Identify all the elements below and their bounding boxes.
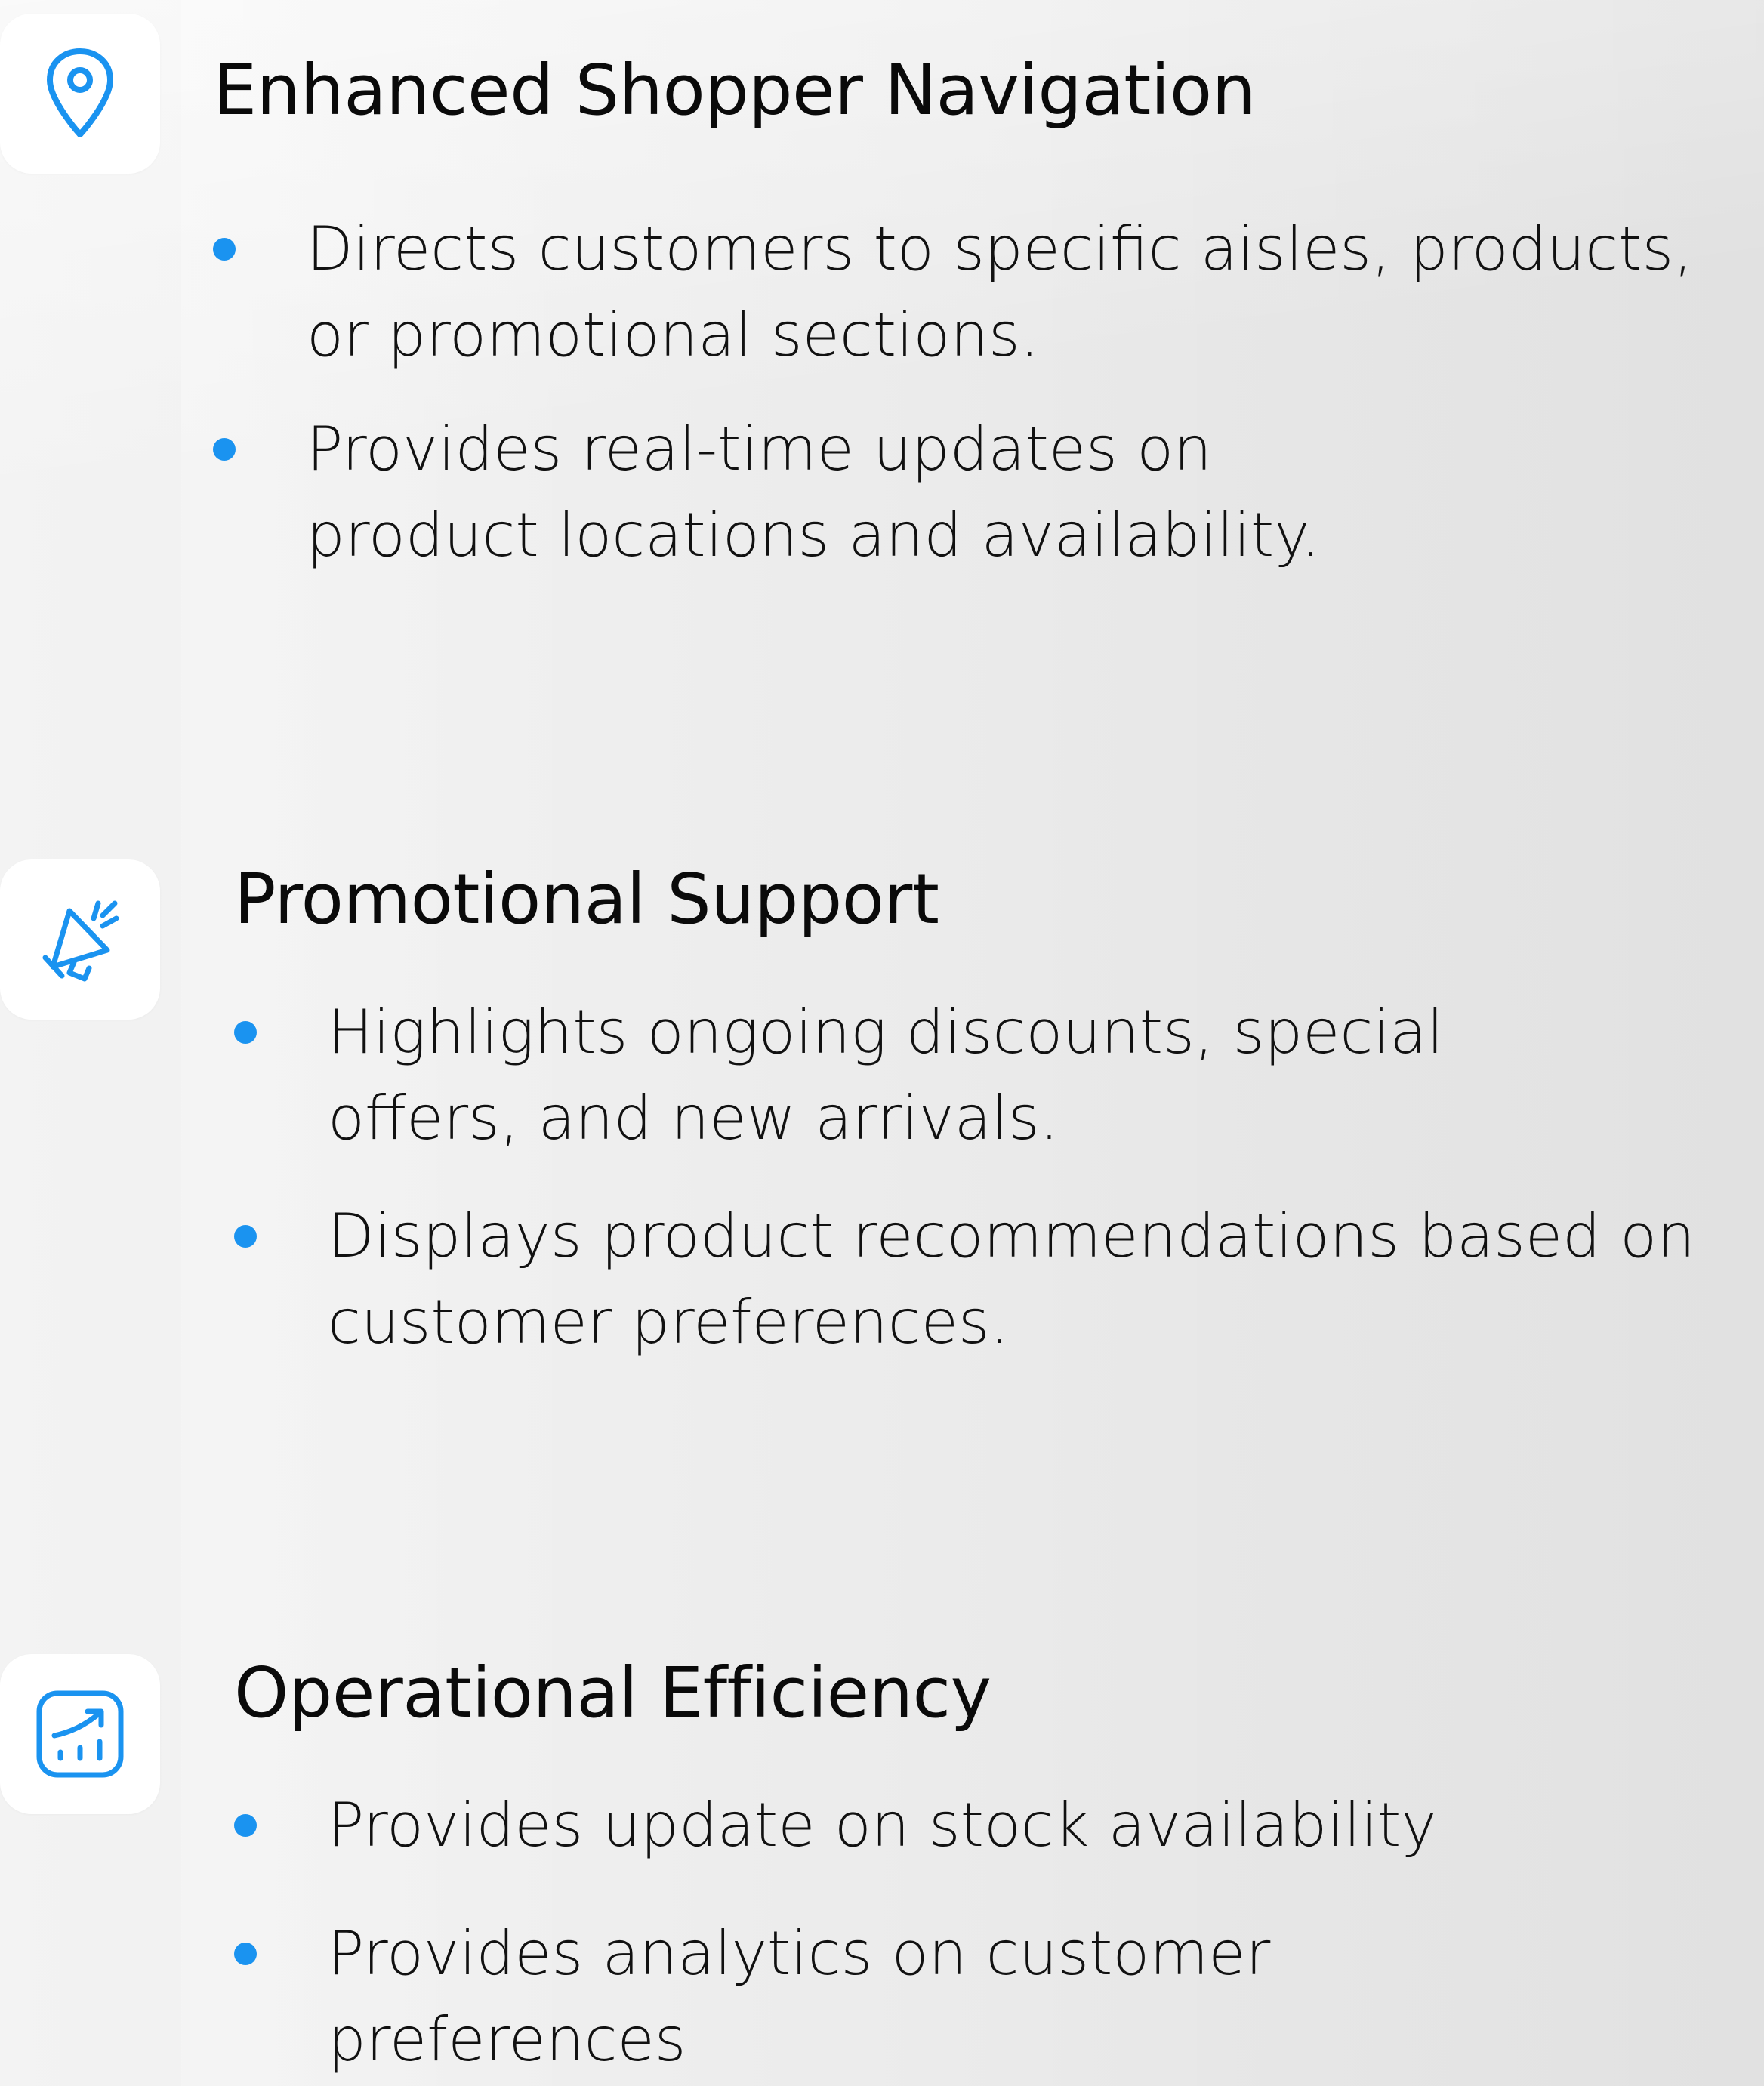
list-item: Provides real-time updates on product lo… [213,406,1693,579]
list-item: Displays product recommendations based o… [234,1193,1695,1365]
list-item-text: customer preferences. [328,1287,1010,1357]
list-item-text: Provides update on stock availability [328,1790,1437,1860]
bullet-dot-icon [234,1021,257,1044]
bullet-dot-icon [234,1814,257,1837]
icon-tile [0,859,160,1020]
section-title: Enhanced Shopper Navigation [213,50,1256,131]
bullet-list: Directs customers to specific aisles, pr… [213,206,1693,579]
bullet-dot-icon [213,238,236,261]
list-item: Provides update on stock availability [234,1782,1437,1868]
list-item-text: Provides analytics on customer [328,1918,1271,1989]
map-pin-icon [47,48,113,137]
megaphone-icon [42,900,119,982]
bullet-list: Highlights ongoing discounts, special of… [234,989,1695,1365]
bullet-dot-icon [213,438,236,461]
icon-tile [0,1654,160,1814]
list-item-text: Displays product recommendations based o… [328,1201,1695,1271]
list-item: Highlights ongoing discounts, special of… [234,989,1695,1162]
list-item-text: product locations and availability. [307,500,1321,570]
bullet-list: Provides update on stock availability Pr… [234,1782,1437,2083]
bullet-dot-icon [234,1943,257,1965]
list-item-text: offers, and new arrivals. [328,1083,1059,1153]
list-item: Provides analytics on customer preferenc… [234,1911,1437,2083]
list-item-text: Highlights ongoing discounts, special [328,997,1444,1067]
list-item-text: Provides real-time updates on [307,414,1212,484]
bullet-dot-icon [234,1225,257,1248]
analytics-chart-icon [36,1690,124,1778]
list-item-text: preferences [328,2004,686,2075]
section-title: Promotional Support [234,859,939,940]
list-item: Directs customers to specific aisles, pr… [213,206,1693,378]
list-item-text: or promotional sections. [307,300,1040,370]
section-title: Operational Efficiency [234,1652,991,1733]
list-item-text: Directs customers to specific aisles, pr… [307,214,1693,284]
icon-tile [0,14,160,174]
